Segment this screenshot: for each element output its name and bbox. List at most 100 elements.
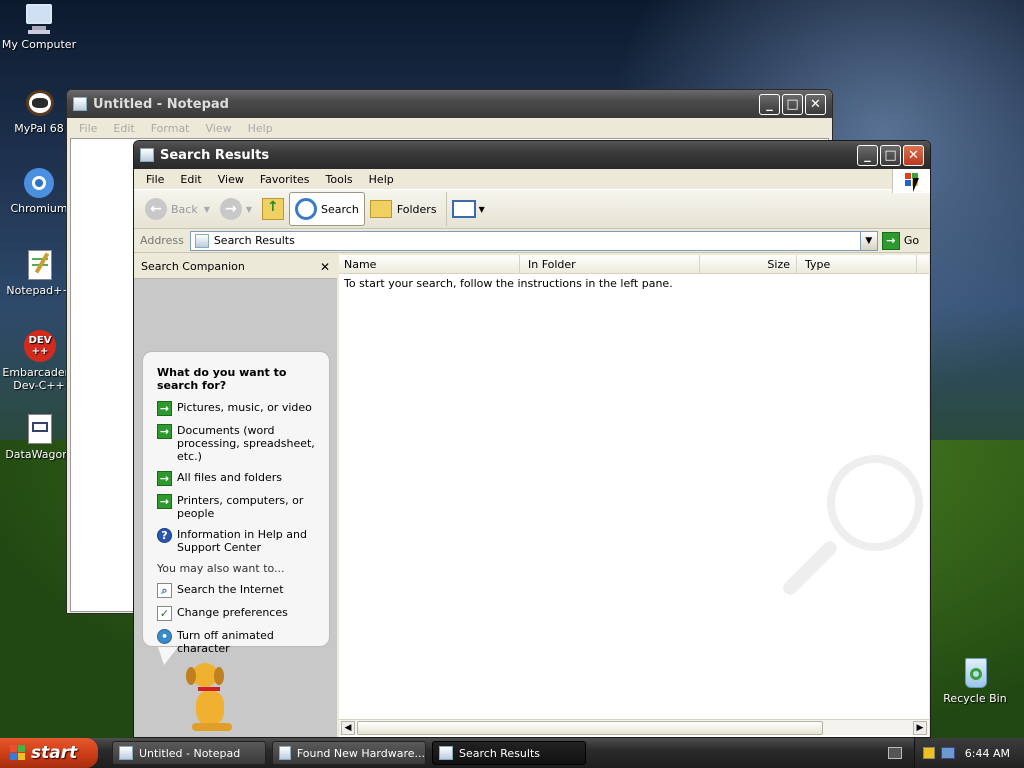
magnifier-icon xyxy=(295,198,318,220)
results-message: To start your search, follow the instruc… xyxy=(344,277,673,290)
back-button[interactable]: ← Back ▼ xyxy=(140,192,215,226)
column-header-name[interactable]: Name xyxy=(339,255,520,273)
search-toolbar: ← Back ▼ → ▼ ↑ Search Folders ▼ xyxy=(134,189,930,229)
menu-help[interactable]: Help xyxy=(240,122,281,135)
maximize-button[interactable]: □ xyxy=(782,93,803,115)
keyboard-icon[interactable] xyxy=(888,747,902,759)
balloon-tail xyxy=(158,647,178,665)
notepad-icon xyxy=(73,97,87,111)
network-icon[interactable] xyxy=(940,747,955,759)
search-menubar: File Edit View Favorites Tools Help xyxy=(134,169,930,193)
search-question: What do you want to search for? xyxy=(157,366,287,392)
folders-button[interactable]: Folders xyxy=(365,192,442,226)
search-option-pictures[interactable]: → Pictures, music, or video xyxy=(157,401,319,416)
scroll-left-icon[interactable]: ◀ xyxy=(341,721,355,735)
menu-file[interactable]: File xyxy=(138,173,172,186)
forward-button[interactable]: → ▼ xyxy=(215,192,257,226)
task-label: Untitled - Notepad xyxy=(139,746,241,760)
search-option-label: Information in Help and Support Center xyxy=(177,528,307,554)
back-arrow-icon: ← xyxy=(145,198,167,220)
maximize-button[interactable]: □ xyxy=(880,144,901,166)
search-results-window[interactable]: Search Results _ □ ✕ File Edit View Favo… xyxy=(133,140,931,738)
minimize-button[interactable]: _ xyxy=(759,93,780,115)
task-label: Search Results xyxy=(459,746,541,760)
link-change-preferences[interactable]: ✓ Change preferences xyxy=(157,606,319,621)
close-button[interactable]: ✕ xyxy=(805,93,826,115)
recycle-bin-icon xyxy=(958,656,992,690)
column-header-in-folder[interactable]: In Folder xyxy=(520,255,700,273)
task-notepad[interactable]: Untitled - Notepad xyxy=(112,741,266,765)
search-companion-header: Search Companion ✕ xyxy=(134,255,337,279)
address-page-icon xyxy=(194,233,209,248)
notepad-menubar: File Edit Format View Help xyxy=(67,118,832,138)
scroll-right-icon[interactable]: ▶ xyxy=(913,721,927,735)
clock[interactable]: 6:44 AM xyxy=(965,747,1010,760)
menu-edit[interactable]: Edit xyxy=(172,173,209,186)
desktop-icon-recycle-bin[interactable]: Recycle Bin xyxy=(936,656,1014,705)
search-balloon: What do you want to search for? → Pictur… xyxy=(142,351,330,655)
search-option-all-files[interactable]: → All files and folders xyxy=(157,471,319,486)
link-search-internet[interactable]: ⌕ Search the Internet xyxy=(157,583,319,598)
search-companion-title: Search Companion xyxy=(141,260,245,273)
forward-arrow-icon: → xyxy=(219,198,242,220)
search-option-printers[interactable]: → Printers, computers, or people xyxy=(157,494,319,520)
menu-help[interactable]: Help xyxy=(361,173,402,186)
menu-tools[interactable]: Tools xyxy=(318,173,361,186)
search-option-documents[interactable]: → Documents (word processing, spreadshee… xyxy=(157,424,319,463)
search-window-title: Search Results xyxy=(160,147,270,163)
mouse-cursor-icon xyxy=(913,178,919,192)
link-turn-off-character[interactable]: • Turn off animated character xyxy=(157,629,319,655)
menu-view[interactable]: View xyxy=(210,173,252,186)
desktop-icon-my-computer[interactable]: My Computer xyxy=(0,2,78,51)
help-icon: ? xyxy=(157,528,172,543)
menu-favorites[interactable]: Favorites xyxy=(252,173,318,186)
task-search-results[interactable]: Search Results xyxy=(432,741,586,765)
views-button[interactable]: ▼ xyxy=(445,192,490,226)
globe-icon: • xyxy=(157,629,172,644)
address-value: Search Results xyxy=(213,234,295,247)
task-found-new-hardware[interactable]: Found New Hardware... xyxy=(272,741,426,765)
search-option-label: Printers, computers, or people xyxy=(177,494,304,520)
system-tray: 6:44 AM xyxy=(914,738,1024,768)
up-folder-icon: ↑ xyxy=(262,198,285,220)
views-icon xyxy=(451,200,476,218)
search-titlebar[interactable]: Search Results _ □ ✕ xyxy=(134,141,930,169)
start-button[interactable]: start xyxy=(0,738,98,768)
search-option-help[interactable]: ? Information in Help and Support Center xyxy=(157,528,319,554)
go-label: Go xyxy=(903,234,920,247)
horizontal-scrollbar[interactable]: ◀ ▶ xyxy=(339,719,929,735)
notepad-titlebar[interactable]: Untitled - Notepad _ □ ✕ xyxy=(67,90,832,118)
my-computer-icon xyxy=(22,2,56,36)
hardware-task-icon xyxy=(279,746,291,760)
menu-edit[interactable]: Edit xyxy=(105,122,142,135)
column-header-type[interactable]: Type xyxy=(797,255,917,273)
rover-dog-icon[interactable] xyxy=(186,659,242,735)
menu-view[interactable]: View xyxy=(198,122,240,135)
go-button[interactable]: → Go xyxy=(881,231,920,250)
search-button[interactable]: Search xyxy=(289,192,365,226)
notepad-task-icon xyxy=(119,746,133,760)
magnifier-watermark-icon xyxy=(827,455,923,551)
search-internet-icon: ⌕ xyxy=(157,583,172,598)
forward-dropdown-icon[interactable]: ▼ xyxy=(246,205,252,214)
security-shield-icon[interactable] xyxy=(922,747,935,759)
menu-file[interactable]: File xyxy=(71,122,105,135)
column-header-size[interactable]: Size xyxy=(700,255,797,273)
views-dropdown-icon[interactable]: ▼ xyxy=(479,205,485,214)
minimize-button[interactable]: _ xyxy=(857,144,878,166)
also-link-label: Search the Internet xyxy=(177,583,284,596)
go-arrow-icon: → xyxy=(881,231,900,250)
scrollbar-thumb[interactable] xyxy=(357,721,823,735)
menu-format[interactable]: Format xyxy=(143,122,198,135)
back-dropdown-icon[interactable]: ▼ xyxy=(204,205,210,214)
close-button[interactable]: ✕ xyxy=(903,144,924,166)
column-header-row: Name In Folder Size Type xyxy=(339,255,929,274)
green-arrow-icon: → xyxy=(157,401,172,416)
start-label: start xyxy=(31,743,78,763)
address-field[interactable]: Search Results ▼ xyxy=(189,230,878,251)
up-folder-button[interactable]: ↑ xyxy=(257,192,289,226)
close-pane-icon[interactable]: ✕ xyxy=(320,260,330,274)
chromium-icon xyxy=(22,166,56,200)
search-option-label: Documents (word processing, spreadsheet,… xyxy=(177,424,315,463)
address-dropdown-icon[interactable]: ▼ xyxy=(859,231,877,250)
